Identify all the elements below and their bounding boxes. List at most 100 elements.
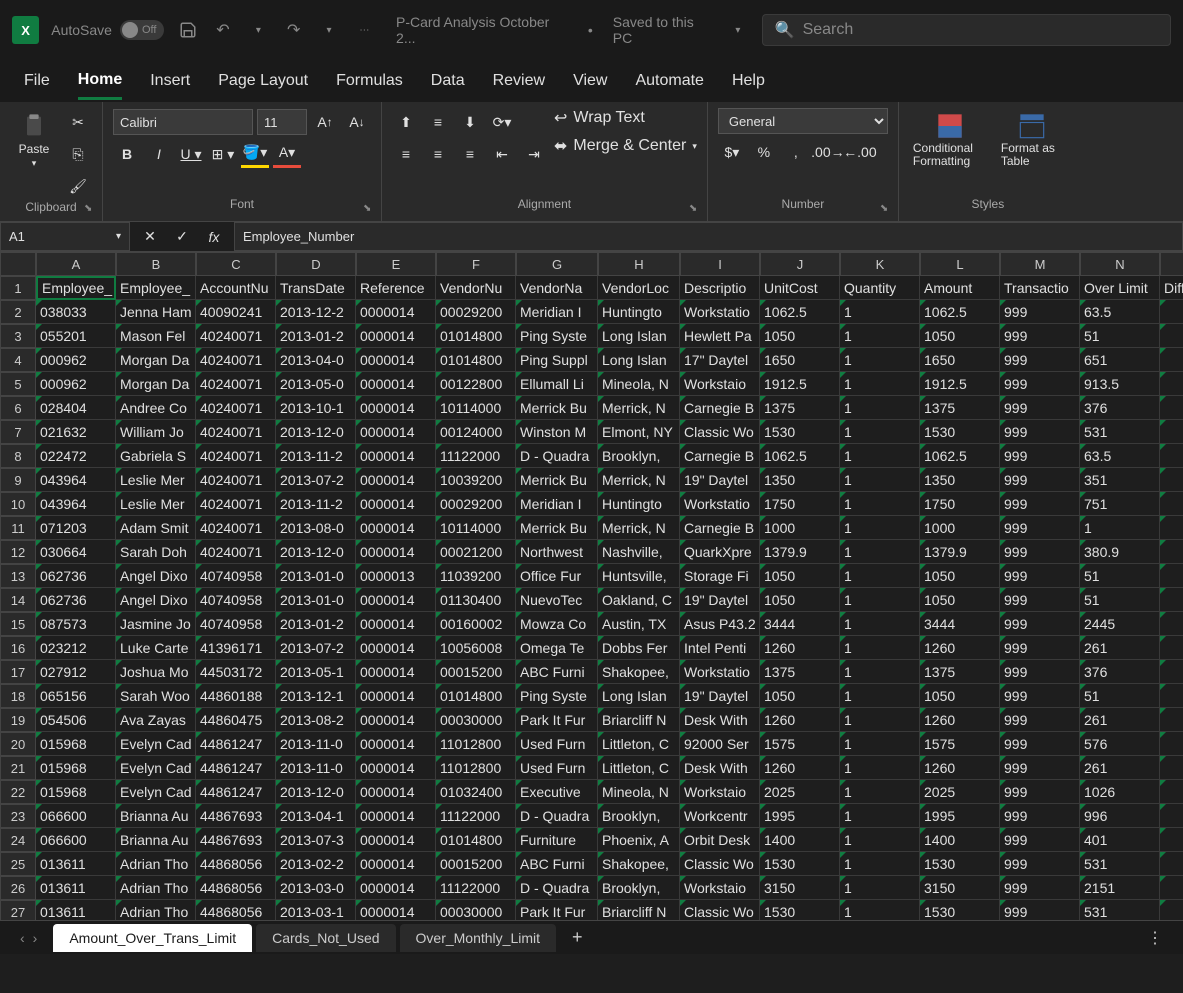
data-cell[interactable]: Desk With [680, 708, 760, 732]
tab-help[interactable]: Help [732, 64, 765, 98]
data-cell[interactable]: 1 [840, 636, 920, 660]
data-cell[interactable] [1160, 684, 1183, 708]
data-cell[interactable]: 40240071 [196, 420, 276, 444]
increase-decimal-icon[interactable]: .00→ [814, 138, 842, 166]
font-name-select[interactable] [113, 109, 253, 135]
data-cell[interactable]: 027912 [36, 660, 116, 684]
data-cell[interactable]: Ping Suppl [516, 348, 598, 372]
data-cell[interactable]: 44867693 [196, 804, 276, 828]
data-cell[interactable]: Intel Penti [680, 636, 760, 660]
data-cell[interactable]: 40240071 [196, 516, 276, 540]
data-cell[interactable]: 1375 [920, 396, 1000, 420]
data-cell[interactable]: 2013-12-2 [276, 300, 356, 324]
data-cell[interactable]: Gabriela S [116, 444, 196, 468]
data-cell[interactable]: 999 [1000, 492, 1080, 516]
data-cell[interactable]: 40240071 [196, 444, 276, 468]
data-cell[interactable] [1160, 420, 1183, 444]
header-cell[interactable]: Over Limit [1080, 276, 1160, 300]
column-header[interactable]: F [436, 252, 516, 276]
data-cell[interactable]: 065156 [36, 684, 116, 708]
data-cell[interactable]: 10114000 [436, 516, 516, 540]
data-cell[interactable]: 1050 [920, 564, 1000, 588]
data-cell[interactable]: 1912.5 [760, 372, 840, 396]
column-header[interactable]: K [840, 252, 920, 276]
data-cell[interactable]: Shakopee, [598, 852, 680, 876]
data-cell[interactable]: 1050 [920, 684, 1000, 708]
data-cell[interactable]: 2013-01-0 [276, 564, 356, 588]
data-cell[interactable]: 1 [840, 348, 920, 372]
data-cell[interactable]: 44861247 [196, 732, 276, 756]
data-cell[interactable]: QuarkXpre [680, 540, 760, 564]
data-cell[interactable]: 999 [1000, 300, 1080, 324]
font-color-icon[interactable]: A▾ [273, 140, 301, 168]
tab-automate[interactable]: Automate [635, 64, 703, 98]
column-header[interactable]: G [516, 252, 598, 276]
data-cell[interactable]: Omega Te [516, 636, 598, 660]
row-header[interactable]: 5 [0, 372, 36, 396]
header-cell[interactable]: VendorNa [516, 276, 598, 300]
data-cell[interactable] [1160, 372, 1183, 396]
sheet-tab-2[interactable]: Cards_Not_Used [256, 924, 395, 952]
data-cell[interactable]: 0000014 [356, 852, 436, 876]
data-cell[interactable]: Sarah Doh [116, 540, 196, 564]
data-cell[interactable]: 63.5 [1080, 444, 1160, 468]
data-cell[interactable]: 1 [840, 468, 920, 492]
spreadsheet-grid[interactable]: ABCDEFGHIJKLMN1Employee_Employee_Account… [0, 252, 1183, 920]
data-cell[interactable]: Classic Wo [680, 900, 760, 920]
data-cell[interactable]: 2013-08-0 [276, 516, 356, 540]
data-cell[interactable]: D - Quadra [516, 444, 598, 468]
data-cell[interactable]: 1530 [920, 420, 1000, 444]
autosave-control[interactable]: AutoSave Off [51, 20, 164, 40]
data-cell[interactable] [1160, 324, 1183, 348]
data-cell[interactable]: 40740958 [196, 612, 276, 636]
data-cell[interactable]: 013611 [36, 900, 116, 920]
data-cell[interactable]: 2013-11-2 [276, 444, 356, 468]
data-cell[interactable]: 1 [840, 804, 920, 828]
data-cell[interactable]: 021632 [36, 420, 116, 444]
data-cell[interactable]: ABC Furni [516, 852, 598, 876]
filename-dropdown-icon[interactable]: ▾ [726, 18, 749, 42]
row-header[interactable]: 21 [0, 756, 36, 780]
data-cell[interactable]: Merrick, N [598, 516, 680, 540]
underline-button[interactable]: U ▾ [177, 140, 205, 168]
data-cell[interactable]: 40240071 [196, 348, 276, 372]
data-cell[interactable]: 1000 [760, 516, 840, 540]
tab-file[interactable]: File [24, 64, 50, 98]
data-cell[interactable]: 1379.9 [920, 540, 1000, 564]
data-cell[interactable]: Littleton, C [598, 732, 680, 756]
data-cell[interactable]: Adam Smit [116, 516, 196, 540]
data-cell[interactable]: 999 [1000, 804, 1080, 828]
row-header[interactable]: 12 [0, 540, 36, 564]
data-cell[interactable]: 51 [1080, 588, 1160, 612]
data-cell[interactable]: 1912.5 [920, 372, 1000, 396]
undo-icon[interactable]: ↶ [211, 18, 234, 42]
data-cell[interactable]: 043964 [36, 492, 116, 516]
data-cell[interactable]: 023212 [36, 636, 116, 660]
data-cell[interactable]: 1575 [760, 732, 840, 756]
column-header[interactable]: D [276, 252, 356, 276]
decrease-decimal-icon[interactable]: ←.00 [846, 138, 874, 166]
data-cell[interactable]: 00160002 [436, 612, 516, 636]
search-box[interactable]: 🔍 Search [762, 14, 1171, 46]
row-header[interactable]: 17 [0, 660, 36, 684]
data-cell[interactable]: Nashville, [598, 540, 680, 564]
data-cell[interactable]: 1260 [760, 636, 840, 660]
data-cell[interactable] [1160, 660, 1183, 684]
data-cell[interactable]: 999 [1000, 540, 1080, 564]
borders-icon[interactable]: ⊞ ▾ [209, 140, 237, 168]
cut-icon[interactable]: ✂ [64, 108, 92, 136]
data-cell[interactable] [1160, 564, 1183, 588]
data-cell[interactable]: Used Furn [516, 732, 598, 756]
data-cell[interactable]: 0000014 [356, 636, 436, 660]
data-cell[interactable]: 2013-10-1 [276, 396, 356, 420]
data-cell[interactable]: 0000014 [356, 420, 436, 444]
data-cell[interactable]: 2025 [920, 780, 1000, 804]
data-cell[interactable]: 1375 [760, 396, 840, 420]
data-cell[interactable]: 1 [840, 852, 920, 876]
data-cell[interactable]: 1 [840, 828, 920, 852]
data-cell[interactable]: Brianna Au [116, 804, 196, 828]
data-cell[interactable]: Workstaio [680, 876, 760, 900]
data-cell[interactable]: 2013-12-1 [276, 684, 356, 708]
data-cell[interactable]: 0000014 [356, 684, 436, 708]
row-header[interactable]: 3 [0, 324, 36, 348]
